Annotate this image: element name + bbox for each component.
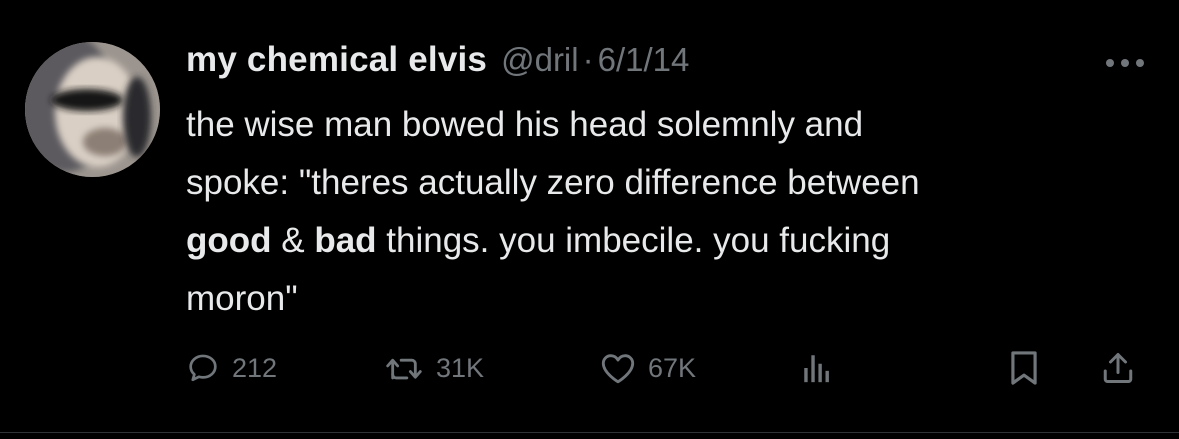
bookmark-icon: [1011, 351, 1037, 385]
views-button[interactable]: [802, 346, 832, 390]
tweet-text-line: moron": [186, 279, 298, 318]
heart-icon: [601, 354, 635, 384]
more-horizontal-icon: [1106, 59, 1144, 67]
tweet-text: the wise man bowed his head solemnly and…: [186, 96, 1161, 328]
action-bar: 212 31K 67K: [186, 346, 1146, 390]
tweet-text-fragment: &: [271, 221, 315, 260]
tweet-header: my chemical elvis @dril · 6/1/14: [186, 40, 689, 80]
more-options-button[interactable]: [1104, 56, 1146, 70]
display-name[interactable]: my chemical elvis: [186, 40, 487, 80]
share-button[interactable]: [1100, 346, 1136, 390]
tweet-date[interactable]: 6/1/14: [598, 41, 690, 79]
retweet-button[interactable]: 31K: [384, 346, 484, 390]
retweet-icon: [386, 358, 422, 380]
user-handle[interactable]: @dril: [501, 41, 579, 79]
reply-button[interactable]: 212: [186, 346, 277, 390]
bold-word: bad: [314, 221, 377, 260]
retweet-count: 31K: [436, 352, 485, 383]
share-icon: [1103, 353, 1133, 383]
bold-word: good: [186, 221, 272, 260]
divider: [0, 432, 1179, 433]
tweet-card[interactable]: my chemical elvis @dril · 6/1/14 the wis…: [0, 0, 1179, 439]
bookmark-button[interactable]: [1008, 346, 1040, 390]
avatar[interactable]: [25, 42, 160, 177]
reply-count: 212: [232, 352, 278, 383]
tweet-text-fragment: things. you imbecile. you fucking: [376, 221, 891, 260]
like-count: 67K: [648, 352, 697, 383]
tweet-text-line: good & bad things. you imbecile. you fuc…: [186, 212, 1161, 270]
like-button[interactable]: 67K: [600, 346, 696, 390]
separator-dot: ·: [582, 41, 594, 78]
avatar-image: [25, 42, 160, 177]
reply-icon: [189, 354, 217, 382]
tweet-text-line: spoke: "theres actually zero difference …: [186, 163, 920, 202]
tweet-text-line: the wise man bowed his head solemnly and: [186, 105, 864, 144]
views-bar-chart-icon: [804, 355, 829, 383]
